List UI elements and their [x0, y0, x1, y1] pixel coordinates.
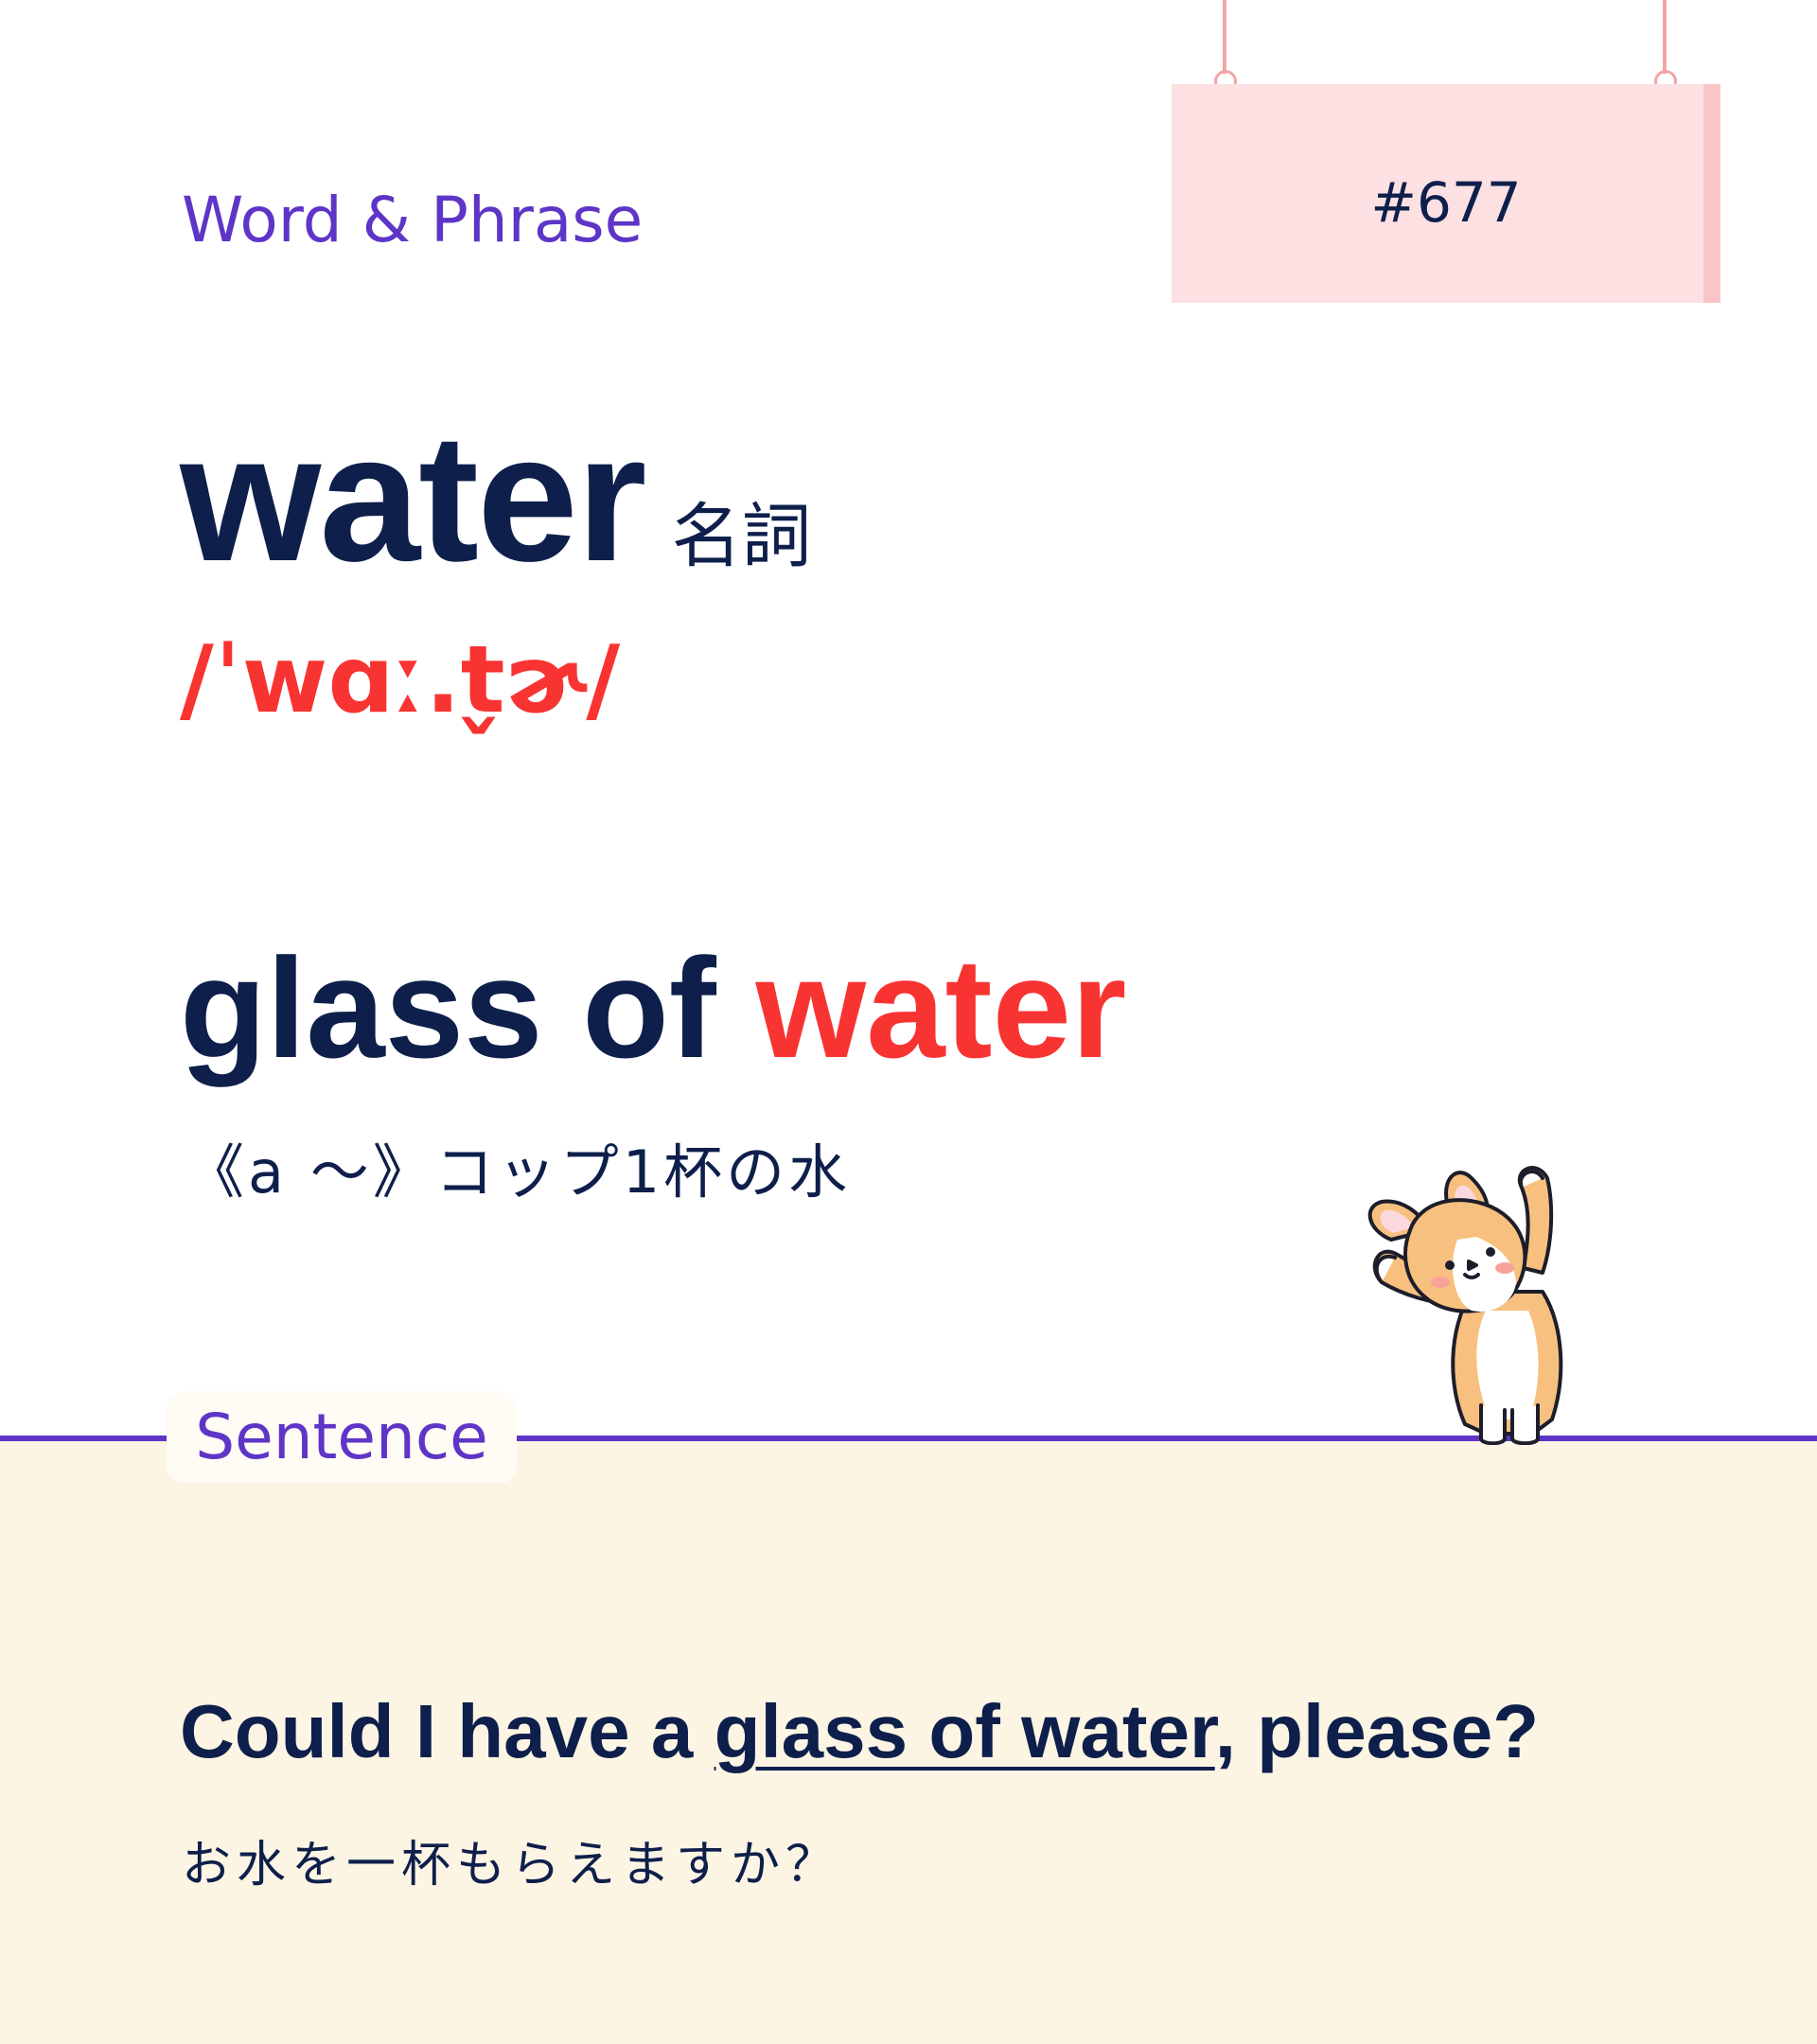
example-underlined: glass of water [714, 1689, 1215, 1773]
example-sentence: Could I have a glass of water, please? [180, 1694, 1539, 1770]
headword: water [180, 396, 647, 599]
section-label-word-phrase: Word & Phrase [182, 184, 644, 256]
corgi-mascot-icon [1367, 1166, 1563, 1445]
sign-string-right [1663, 0, 1667, 74]
example-after: , please? [1214, 1689, 1540, 1773]
part-of-speech: 名詞 [671, 496, 812, 577]
example-before: Could I have a [180, 1689, 714, 1773]
sign-string-left [1223, 0, 1226, 74]
pronunciation: /ˈwɑː.t̬ɚ/ [180, 626, 621, 734]
section-label-sentence: Sentence [195, 1401, 488, 1473]
example-translation: お水を一杯もらえますか？ [182, 1837, 841, 1894]
phrase: glass of water [180, 937, 1126, 1079]
phrase-prefix: glass of [180, 928, 756, 1087]
phrase-meaning: 《a 〜》コップ1杯の水 [185, 1137, 852, 1207]
headword-row: water 名詞 [180, 407, 812, 589]
phrase-highlight: water [755, 928, 1127, 1087]
card-number: #677 [1370, 170, 1522, 235]
vocab-card: #677 Word & Phrase water 名詞 /ˈwɑː.t̬ɚ/ g… [0, 0, 1817, 2044]
